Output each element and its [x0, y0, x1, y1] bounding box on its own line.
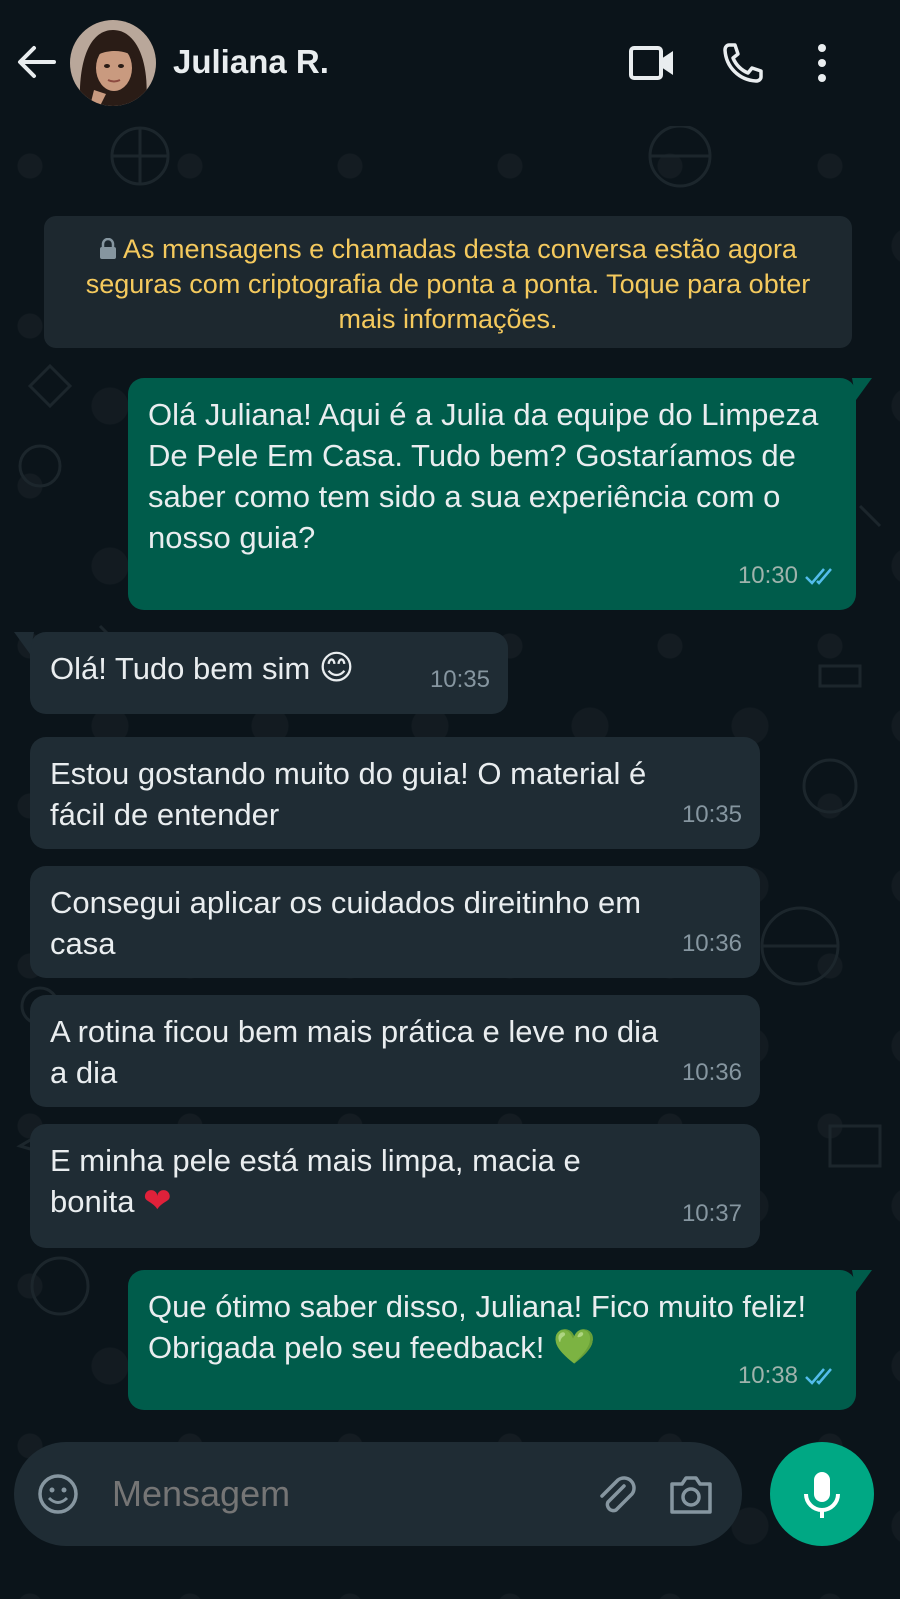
green-heart-emoji: 💚 — [553, 1327, 596, 1367]
message-text: E minha pele está mais limpa, macia e bo… — [50, 1143, 581, 1219]
chat-header: Juliana R. — [0, 0, 900, 126]
message-text: Olá! Tudo bem sim — [50, 651, 311, 686]
message-bubble-incoming[interactable]: Consegui aplicar os cuidados direitinho … — [30, 866, 760, 978]
message-time: 10:30 — [737, 562, 798, 589]
message-text: A rotina ficou bem mais prática e leve n… — [50, 1014, 659, 1090]
bubble-tail — [852, 378, 872, 400]
message-time: 10:35 — [681, 801, 742, 828]
mic-button[interactable] — [770, 1442, 874, 1546]
message-bubble-outgoing[interactable]: Olá Juliana! Aqui é a Julia da equipe do… — [128, 378, 872, 610]
encryption-notice-text: As mensagens e chamadas desta conversa e… — [85, 234, 811, 334]
read-receipt-icon — [805, 567, 832, 585]
lock-icon — [100, 238, 117, 259]
avatar[interactable] — [70, 20, 156, 106]
back-arrow-icon[interactable] — [14, 40, 58, 84]
message-time: 10:35 — [429, 666, 490, 693]
read-receipt-icon — [805, 1367, 832, 1385]
red-heart-emoji: ❤ — [143, 1181, 172, 1221]
phone-icon[interactable] — [720, 40, 770, 86]
message-text: Consegui aplicar os cuidados direitinho … — [50, 885, 642, 961]
message-composer[interactable] — [14, 1442, 742, 1546]
message-time: 10:36 — [681, 1059, 742, 1086]
bubble-tail — [852, 1270, 872, 1292]
bubble-tail — [14, 632, 34, 654]
message-bubble-incoming[interactable]: Olá! Tudo bem sim 😊 10:35 — [14, 632, 508, 714]
message-bubble-incoming[interactable]: Estou gostando muito do guia! O material… — [30, 737, 760, 849]
smiling-face-emoji: 😊 — [318, 648, 355, 688]
message-time: 10:38 — [737, 1362, 798, 1389]
message-text: Estou gostando muito do guia! O material… — [50, 756, 647, 832]
encryption-notice[interactable]: As mensagens e chamadas desta conversa e… — [44, 216, 852, 348]
video-call-icon[interactable] — [628, 40, 678, 86]
message-time: 10:36 — [681, 930, 742, 957]
message-bubble-incoming[interactable]: A rotina ficou bem mais prática e leve n… — [30, 995, 760, 1107]
message-input[interactable] — [110, 1472, 574, 1516]
emoji-icon[interactable] — [36, 1472, 80, 1516]
more-vertical-icon[interactable] — [810, 40, 834, 86]
camera-icon[interactable] — [668, 1472, 714, 1516]
message-text: Que ótimo saber disso, Juliana! Fico mui… — [148, 1289, 807, 1365]
message-bubble-outgoing[interactable]: Que ótimo saber disso, Juliana! Fico mui… — [128, 1270, 872, 1410]
message-time: 10:37 — [681, 1200, 742, 1227]
contact-name[interactable]: Juliana R. — [173, 43, 329, 81]
attach-icon[interactable] — [594, 1472, 638, 1516]
message-text: Olá Juliana! Aqui é a Julia da equipe do… — [148, 397, 819, 555]
mic-icon — [804, 1472, 840, 1518]
message-bubble-incoming[interactable]: E minha pele está mais limpa, macia e bo… — [30, 1124, 760, 1248]
